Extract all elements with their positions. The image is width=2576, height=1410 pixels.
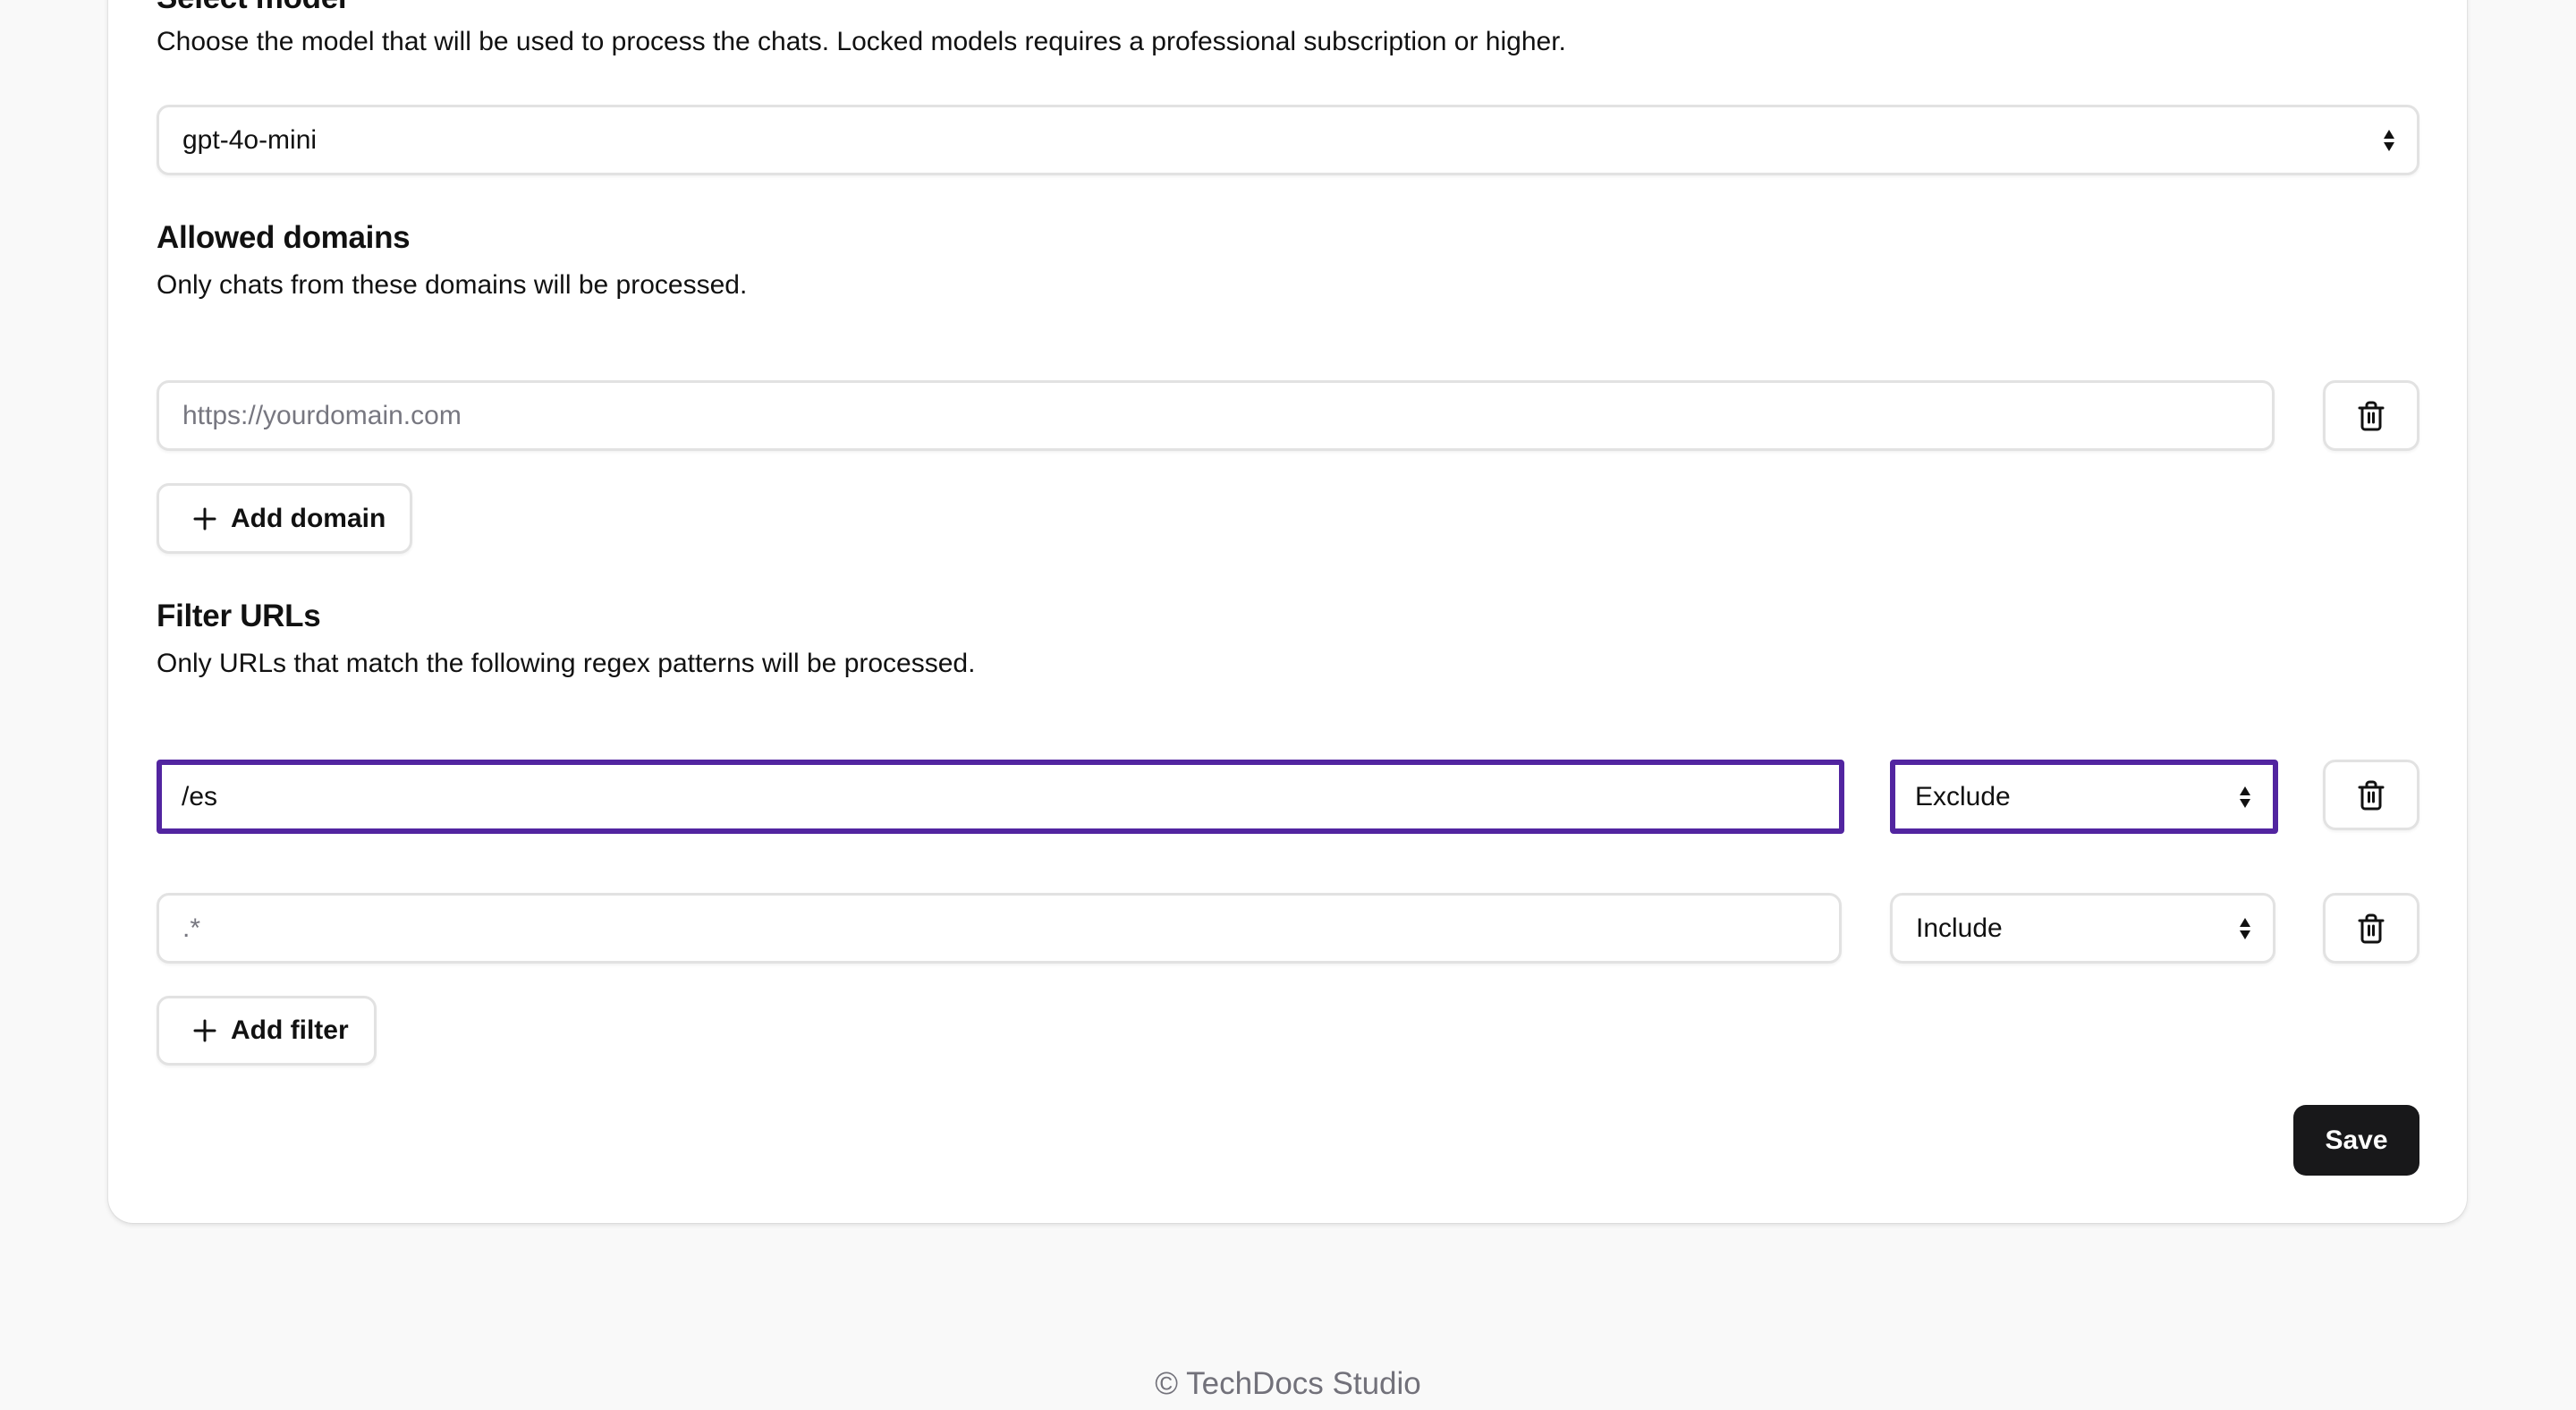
add-domain-label: Add domain bbox=[231, 503, 386, 533]
add-domain-button[interactable]: Add domain bbox=[157, 483, 412, 554]
domain-input-placeholder: https://yourdomain.com bbox=[182, 400, 462, 430]
filter-urls-heading: Filter URLs bbox=[157, 599, 321, 633]
select-arrows-icon bbox=[2240, 917, 2250, 939]
trash-icon bbox=[2358, 913, 2385, 943]
delete-domain-button[interactable] bbox=[2323, 380, 2419, 451]
trash-icon bbox=[2358, 401, 2385, 430]
filter-mode-value: Include bbox=[1916, 913, 2003, 943]
delete-filter-button[interactable] bbox=[2323, 760, 2419, 830]
filter-urls-description: Only URLs that match the following regex… bbox=[157, 649, 976, 678]
select-arrows-icon bbox=[2384, 129, 2394, 151]
settings-card bbox=[108, 0, 2467, 1223]
select-model-description: Choose the model that will be used to pr… bbox=[157, 27, 1566, 56]
filter-pattern-input[interactable]: .* bbox=[157, 893, 1842, 964]
filter-pattern-input[interactable]: /es bbox=[157, 760, 1844, 834]
filter-mode-value: Exclude bbox=[1915, 781, 2011, 811]
trash-icon bbox=[2358, 780, 2385, 810]
plus-icon bbox=[193, 1019, 216, 1042]
filter-mode-select[interactable]: Exclude bbox=[1890, 760, 2278, 834]
save-button[interactable]: Save bbox=[2293, 1105, 2419, 1176]
select-model-heading: Select model bbox=[157, 0, 347, 16]
model-select[interactable]: gpt-4o-mini bbox=[157, 105, 2419, 175]
plus-icon bbox=[193, 507, 216, 530]
allowed-domains-heading: Allowed domains bbox=[157, 220, 411, 255]
filter-pattern-value: /es bbox=[182, 781, 218, 811]
allowed-domains-description: Only chats from these domains will be pr… bbox=[157, 270, 748, 300]
model-select-value: gpt-4o-mini bbox=[182, 124, 318, 155]
select-arrows-icon bbox=[2240, 786, 2250, 808]
domain-input[interactable]: https://yourdomain.com bbox=[157, 380, 2275, 451]
filter-mode-select[interactable]: Include bbox=[1890, 893, 2275, 964]
footer-copyright: © TechDocs Studio bbox=[1155, 1366, 1421, 1401]
delete-filter-button[interactable] bbox=[2323, 893, 2419, 964]
add-filter-button[interactable]: Add filter bbox=[157, 996, 377, 1066]
add-filter-label: Add filter bbox=[231, 1015, 349, 1045]
filter-pattern-placeholder: .* bbox=[182, 913, 201, 943]
